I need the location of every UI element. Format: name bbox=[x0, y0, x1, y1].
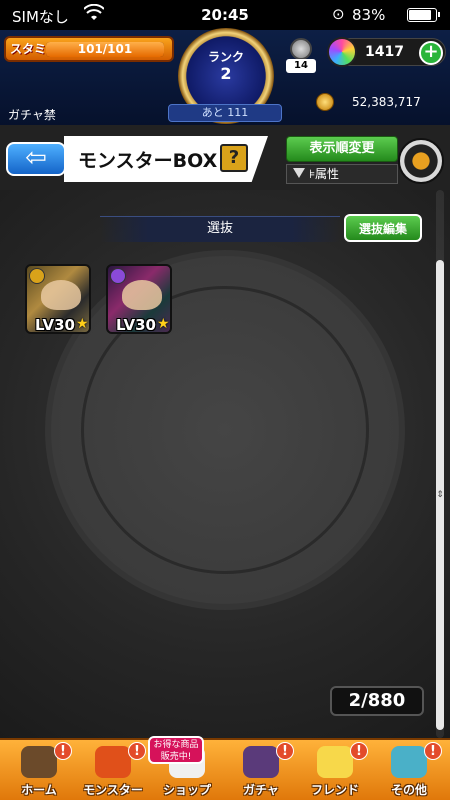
help-button[interactable]: ? bbox=[220, 144, 248, 172]
monster-card[interactable]: LV30 ★ bbox=[25, 264, 91, 334]
light-attribute-icon bbox=[29, 268, 45, 284]
orb-count: 1417 bbox=[365, 44, 404, 60]
nav-label: その他 bbox=[390, 783, 427, 797]
edit-selection-button[interactable]: 選抜編集 bbox=[344, 214, 422, 242]
monster-level: LV30 bbox=[35, 316, 75, 334]
filter-icon bbox=[293, 168, 305, 178]
scrollbar[interactable]: ⇕ bbox=[436, 190, 444, 738]
monster-portrait bbox=[122, 280, 162, 310]
nav-gacha[interactable]: ! ガチャ bbox=[224, 740, 298, 800]
coin-count: 52,383,717 bbox=[352, 95, 421, 109]
item-level: 14 bbox=[286, 59, 316, 73]
battery-icon bbox=[407, 8, 440, 22]
alert-badge: ! bbox=[276, 742, 294, 760]
monster-box-area: 選抜 選抜編集 LV30 ★ LV30 ★ ⇕ 2/880 bbox=[0, 190, 450, 738]
battery-percent: 83% bbox=[352, 6, 386, 24]
monster-portrait bbox=[41, 280, 81, 310]
nav-label: フレンド bbox=[310, 783, 359, 797]
alert-badge: ! bbox=[350, 742, 368, 760]
status-bar: SIMなし 20:45 ⊙ 83% bbox=[0, 0, 450, 30]
nav-label: ホーム bbox=[21, 783, 57, 797]
battery-level bbox=[409, 10, 431, 20]
nav-home[interactable]: ! ホーム bbox=[2, 740, 76, 800]
rank-label: ランク bbox=[207, 50, 244, 64]
monster-level: LV30 bbox=[116, 316, 156, 334]
filter-label: 属性 bbox=[315, 167, 340, 181]
stamina-gauge[interactable]: スタミナ 101/101 bbox=[4, 36, 174, 62]
rank-value: 2 bbox=[220, 64, 232, 83]
add-orb-button[interactable]: + bbox=[419, 41, 443, 65]
gacha-ban-label: ガチャ禁 bbox=[8, 108, 56, 122]
attribute-filter-button[interactable]: ⊧ 属性 bbox=[286, 164, 398, 184]
box-count: 2/880 bbox=[330, 686, 424, 716]
section-header: 選抜 bbox=[100, 216, 340, 242]
friend-icon bbox=[317, 746, 353, 778]
nav-label: モンスター bbox=[83, 783, 143, 797]
star-icon: ★ bbox=[76, 316, 89, 332]
scrollbar-thumb[interactable]: ⇕ bbox=[436, 260, 444, 730]
nav-label: ショップ bbox=[162, 783, 211, 797]
title-bar: ⇦ モンスターBOX ? 表示順変更 ⊧ 属性 bbox=[0, 130, 450, 188]
nav-monster[interactable]: ! モンスター bbox=[76, 740, 150, 800]
nav-other[interactable]: ! その他 bbox=[372, 740, 446, 800]
nav-friend[interactable]: ! フレンド bbox=[298, 740, 372, 800]
grip-icon: ⇕ bbox=[436, 490, 444, 500]
alert-badge: ! bbox=[54, 742, 72, 760]
back-button[interactable]: ⇦ bbox=[6, 142, 66, 176]
exp-remaining: あと 111 bbox=[168, 104, 282, 122]
alert-badge: ! bbox=[128, 742, 146, 760]
monster-icon bbox=[95, 746, 131, 778]
gem-icon bbox=[290, 38, 312, 60]
page-title: モンスターBOX bbox=[78, 150, 218, 172]
star-icon: ★ bbox=[157, 316, 170, 332]
game-header: スタミナ 101/101 ランク 2 ガチャ禁 あと 111 14 1417 +… bbox=[0, 28, 450, 125]
gear-icon[interactable] bbox=[398, 138, 444, 184]
sort-order-button[interactable]: 表示順変更 bbox=[286, 136, 398, 162]
item-badge[interactable]: 14 bbox=[286, 38, 316, 76]
dark-attribute-icon bbox=[110, 268, 126, 284]
bottom-nav: ! ホーム ! モンスター ショップ お得な商品販売中! ! ガチャ ! フレン… bbox=[0, 736, 450, 800]
orb-counter: 1417 + bbox=[327, 37, 446, 67]
sort-mark-icon: ⊧ bbox=[309, 167, 316, 181]
sale-badge: お得な商品販売中! bbox=[148, 736, 204, 764]
stamina-bar: 101/101 bbox=[46, 42, 164, 57]
emblem-background bbox=[45, 250, 405, 610]
alert-badge: ! bbox=[424, 742, 442, 760]
gacha-character-icon bbox=[243, 746, 279, 778]
nav-label: ガチャ bbox=[243, 783, 279, 797]
other-menu-icon bbox=[391, 746, 427, 778]
rotation-lock-icon: ⊙ bbox=[332, 5, 345, 23]
house-icon bbox=[21, 746, 57, 778]
monster-card[interactable]: LV30 ★ bbox=[106, 264, 172, 334]
orb-icon bbox=[327, 37, 357, 67]
stamina-value: 101/101 bbox=[77, 42, 133, 56]
coin-icon bbox=[316, 93, 334, 111]
